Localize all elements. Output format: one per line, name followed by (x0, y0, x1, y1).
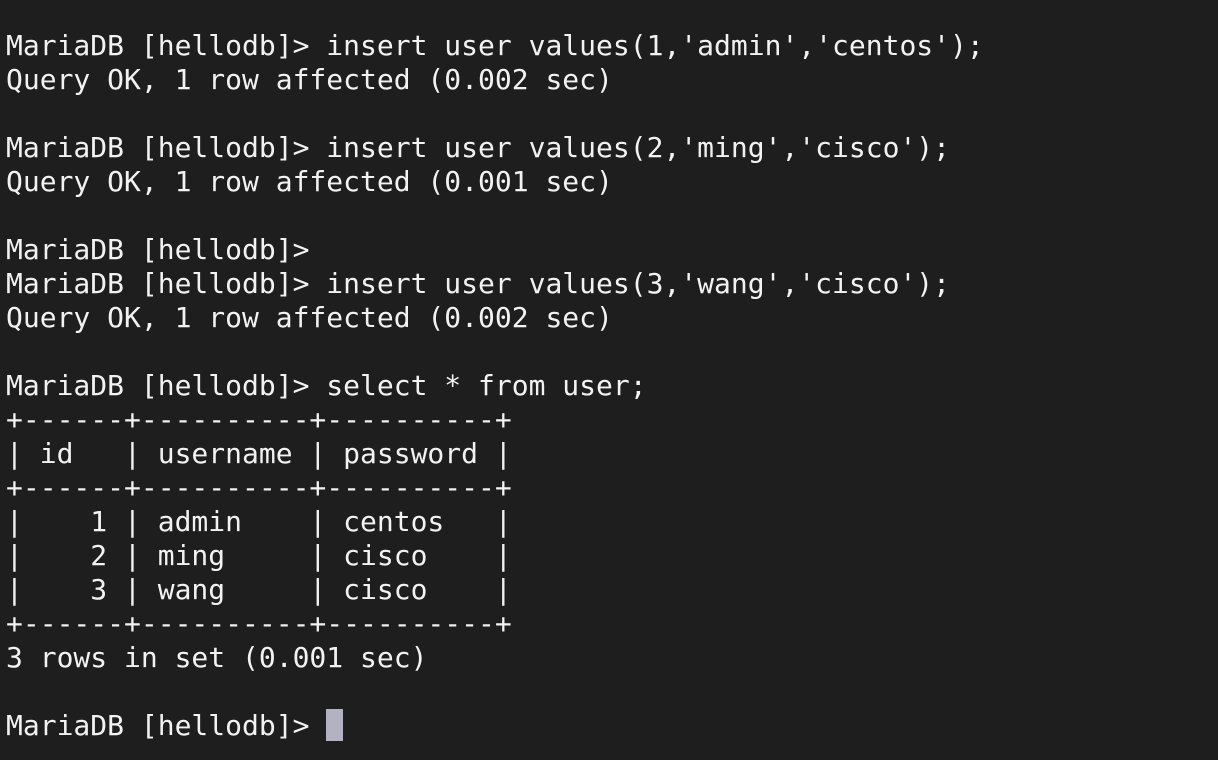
terminal-line-blank-2 (6, 199, 1218, 233)
terminal-line-result-1: Query OK, 1 row affected (0.002 sec) (6, 63, 613, 96)
result-table-row: | 2 | ming | cisco | (6, 539, 512, 572)
terminal-line-blank-4 (6, 675, 1218, 709)
terminal-line-insert-1: MariaDB [hellodb]> insert user values(1,… (6, 29, 984, 62)
terminal-active-prompt-line[interactable]: MariaDB [hellodb]> (6, 709, 1218, 743)
terminal-line-blank-1 (6, 97, 1218, 131)
terminal-line-insert-2: MariaDB [hellodb]> insert user values(2,… (6, 131, 951, 164)
terminal-line-empty-prompt: MariaDB [hellodb]> (6, 233, 310, 266)
terminal-line-select: MariaDB [hellodb]> select * from user; (6, 369, 647, 402)
terminal-window[interactable]: MariaDB [hellodb]> insert user values(1,… (0, 0, 1218, 760)
terminal-line-blank-3 (6, 335, 1218, 369)
result-table-row: | 1 | admin | centos | (6, 505, 512, 538)
result-table-row: | 3 | wang | cisco | (6, 573, 512, 606)
terminal-line-insert-3: MariaDB [hellodb]> insert user values(3,… (6, 267, 951, 300)
result-table-border-top: +------+----------+----------+ (6, 403, 512, 436)
terminal-line-row-count: 3 rows in set (0.001 sec) (6, 641, 428, 674)
prompt-text: MariaDB [hellodb]> (6, 709, 327, 742)
result-table-border-bottom: +------+----------+----------+ (6, 607, 512, 640)
text-cursor[interactable] (326, 709, 344, 741)
terminal-line-result-3: Query OK, 1 row affected (0.002 sec) (6, 301, 613, 334)
terminal-line-result-2: Query OK, 1 row affected (0.001 sec) (6, 165, 613, 198)
result-table-header: | id | username | password | (6, 437, 512, 470)
result-table-border-header: +------+----------+----------+ (6, 471, 512, 504)
